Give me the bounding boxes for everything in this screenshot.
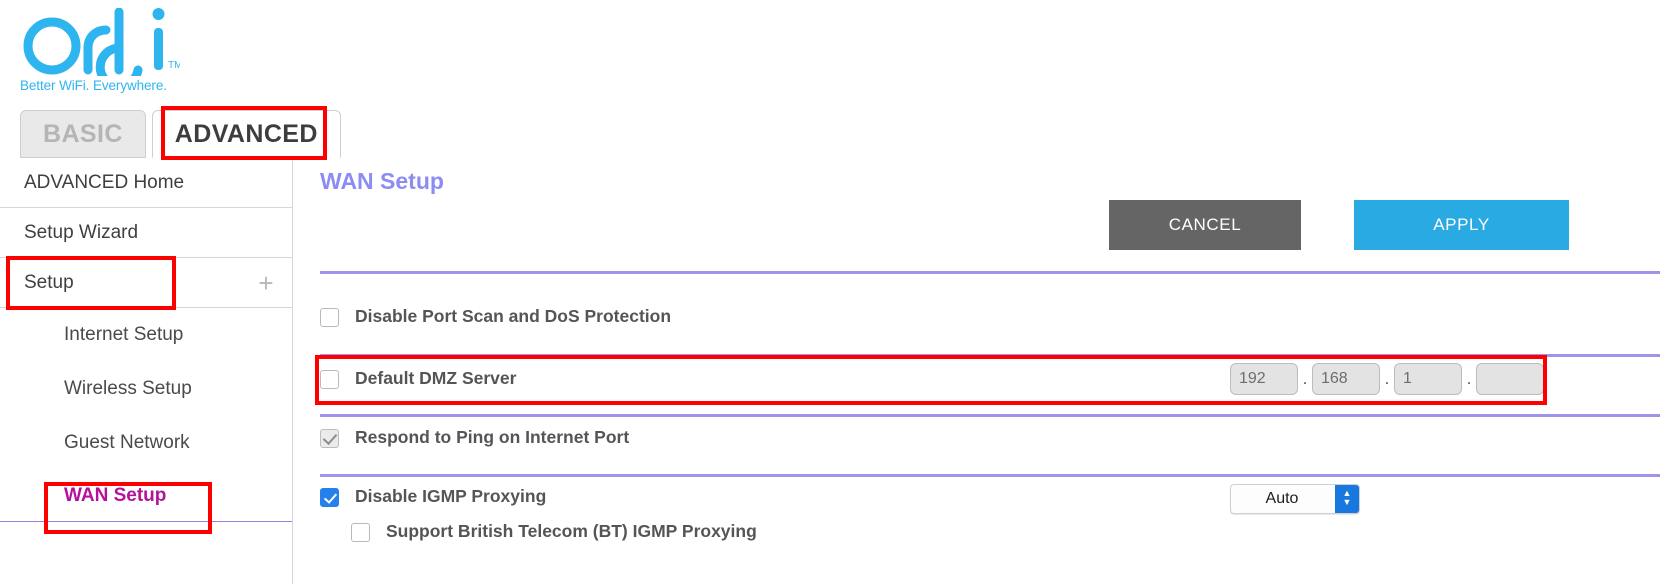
- sidebar-item-wan-setup[interactable]: WAN Setup: [0, 470, 292, 522]
- option-row-bt-igmp-proxying: Support British Telecom (BT) IGMP Proxyi…: [293, 518, 1660, 564]
- option-row-respond-ping: Respond to Ping on Internet Port: [293, 424, 1660, 470]
- checkbox-disable-igmp-proxying[interactable]: [320, 488, 339, 507]
- apply-button[interactable]: APPLY: [1354, 200, 1569, 250]
- trademark-mark: TM: [168, 60, 180, 71]
- sidebar-item-setup[interactable]: Setup +: [0, 258, 292, 308]
- sidebar-nav: ADVANCED Home Setup Wizard Setup + Inter…: [0, 158, 292, 522]
- section-divider: [320, 271, 1660, 274]
- dmz-ip-octet-1[interactable]: 192: [1230, 363, 1298, 395]
- tab-advanced[interactable]: ADVANCED: [151, 110, 341, 158]
- sidebar-item-internet-setup[interactable]: Internet Setup: [0, 308, 292, 362]
- option-label: Default DMZ Server: [355, 368, 517, 388]
- sidebar-item-label: ADVANCED Home: [24, 172, 185, 193]
- chevron-down-icon: ▼: [1342, 497, 1352, 507]
- dmz-ip-octet-2[interactable]: 168: [1312, 363, 1380, 395]
- sidebar-item-wireless-setup[interactable]: Wireless Setup: [0, 362, 292, 416]
- sidebar-subitem-label: Guest Network: [64, 432, 190, 453]
- sidebar-subitem-label: Wireless Setup: [64, 378, 192, 399]
- page-title: WAN Setup: [320, 168, 444, 194]
- ip-separator: .: [1466, 369, 1472, 388]
- main-content: WAN Setup CANCEL APPLY Disable Port Scan…: [292, 158, 1660, 584]
- option-row-port-scan: Disable Port Scan and DoS Protection: [293, 303, 1660, 349]
- ip-separator: .: [1302, 369, 1308, 388]
- orbi-logo-block: TM Better WiFi. Everywhere.: [20, 8, 320, 93]
- dmz-ip-address-group: 192. 168. 1.: [1230, 363, 1544, 395]
- cancel-button[interactable]: CANCEL: [1109, 200, 1301, 250]
- igmp-mode-select[interactable]: Auto ▲ ▼: [1230, 484, 1360, 514]
- main-tabs: BASIC ADVANCED: [20, 110, 341, 158]
- checkbox-respond-to-ping[interactable]: [320, 429, 339, 448]
- option-label: Support British Telecom (BT) IGMP Proxyi…: [386, 521, 757, 541]
- sidebar-subitem-label: Internet Setup: [64, 324, 184, 345]
- sidebar-item-advanced-home[interactable]: ADVANCED Home: [0, 158, 292, 208]
- expand-plus-icon[interactable]: +: [254, 258, 278, 308]
- checkbox-default-dmz-server[interactable]: [320, 370, 339, 389]
- dmz-ip-octet-3[interactable]: 1: [1394, 363, 1462, 395]
- action-button-row: CANCEL APPLY: [293, 200, 1660, 256]
- sidebar-item-label: Setup: [24, 272, 74, 293]
- brand-tagline: Better WiFi. Everywhere.: [20, 78, 167, 93]
- sidebar-subitem-label: WAN Setup: [64, 485, 167, 506]
- ip-separator: .: [1384, 369, 1390, 388]
- option-row-dmz-server: Default DMZ Server 192. 168. 1.: [293, 363, 1660, 411]
- orbi-router-admin-page: TM Better WiFi. Everywhere. BASIC ADVANCE…: [0, 0, 1660, 584]
- section-divider: [320, 414, 1660, 417]
- orbi-logo-icon: TM: [23, 8, 180, 76]
- section-divider: [320, 354, 1660, 357]
- tab-basic[interactable]: BASIC: [20, 110, 146, 158]
- option-label: Disable Port Scan and DoS Protection: [355, 306, 672, 326]
- sidebar-item-label: Setup Wizard: [24, 222, 139, 243]
- sidebar-item-setup-wizard[interactable]: Setup Wizard: [0, 208, 292, 258]
- option-label: Disable IGMP Proxying: [355, 486, 547, 506]
- sidebar-item-guest-network[interactable]: Guest Network: [0, 416, 292, 470]
- option-label: Respond to Ping on Internet Port: [355, 427, 630, 447]
- igmp-mode-value: Auto: [1265, 490, 1299, 507]
- section-divider: [320, 474, 1660, 477]
- chevron-updown-icon[interactable]: ▲ ▼: [1335, 485, 1359, 513]
- checkbox-support-bt-igmp-proxying[interactable]: [351, 523, 370, 542]
- checkbox-disable-port-scan[interactable]: [320, 308, 339, 327]
- dmz-ip-octet-4[interactable]: [1476, 363, 1544, 395]
